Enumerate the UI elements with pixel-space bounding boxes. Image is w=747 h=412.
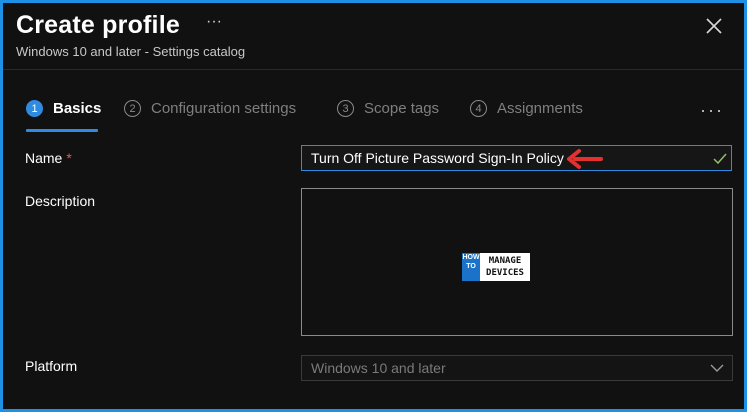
- step-number: 1: [26, 100, 43, 117]
- watermark-logo: HOW TO MANAGE DEVICES: [462, 253, 532, 281]
- checkmark-icon: [713, 153, 727, 165]
- wizard-steps: 1 Basics 2 Configuration settings 3 Scop…: [3, 100, 744, 136]
- tab-assignments[interactable]: 4 Assignments: [470, 100, 583, 117]
- tab-configuration-settings[interactable]: 2 Configuration settings: [124, 100, 296, 117]
- create-profile-panel: Create profile ··· Windows 10 and later …: [0, 0, 747, 412]
- required-marker: *: [66, 150, 72, 166]
- step-number: 3: [337, 100, 354, 117]
- step-label: Basics: [53, 100, 102, 117]
- more-options-icon[interactable]: ···: [206, 13, 222, 31]
- description-field[interactable]: HOW TO MANAGE DEVICES: [301, 188, 733, 336]
- platform-select[interactable]: Windows 10 and later: [301, 355, 733, 381]
- step-label: Assignments: [497, 100, 583, 117]
- step-label: Configuration settings: [151, 100, 297, 117]
- page-subtitle: Windows 10 and later - Settings catalog: [16, 44, 246, 59]
- chevron-down-icon: [710, 364, 724, 372]
- page-title: Create profile: [16, 11, 180, 39]
- active-tab-indicator: [26, 129, 98, 132]
- step-label: Scope tags: [364, 100, 440, 117]
- name-label-text: Name: [25, 150, 63, 166]
- logo-left-text: HOW TO: [462, 253, 480, 281]
- tab-basics[interactable]: 1 Basics: [26, 100, 101, 117]
- platform-value: Windows 10 and later: [311, 360, 446, 376]
- name-field[interactable]: [301, 145, 732, 171]
- close-icon[interactable]: [703, 15, 725, 37]
- step-number: 2: [124, 100, 141, 117]
- name-label: Name *: [25, 150, 72, 166]
- steps-more-icon[interactable]: ···: [700, 100, 724, 121]
- description-label: Description: [25, 193, 96, 209]
- logo-right-text: MANAGE DEVICES: [480, 253, 530, 281]
- header-divider: [3, 69, 744, 70]
- tab-scope-tags[interactable]: 3 Scope tags: [337, 100, 439, 117]
- step-number: 4: [470, 100, 487, 117]
- arrow-left-icon: [567, 149, 603, 169]
- platform-label: Platform: [25, 358, 78, 374]
